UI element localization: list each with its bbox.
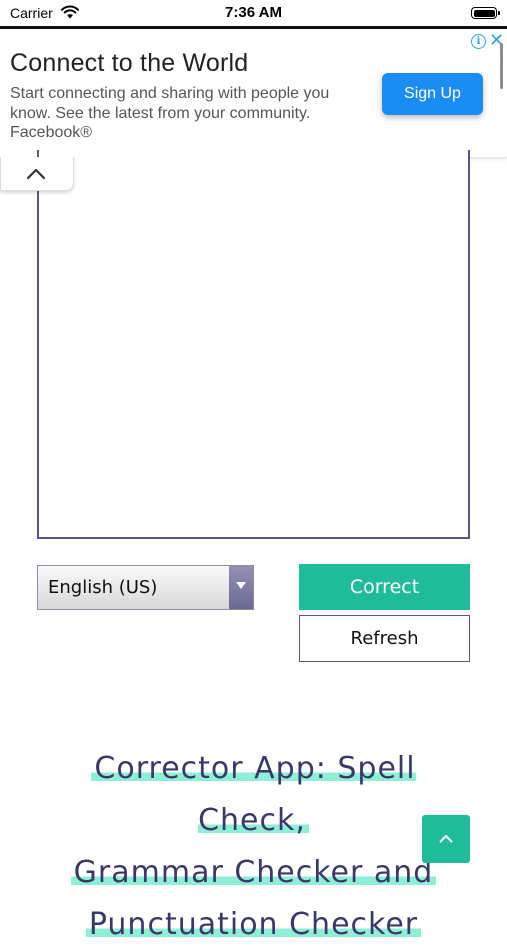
language-selected-value: English (US)	[48, 577, 158, 598]
chevron-up-icon	[439, 835, 453, 843]
heading-line: Grammar Checker and	[70, 855, 437, 890]
page-heading: Corrector App: Spell Check, Grammar Chec…	[40, 743, 467, 951]
language-select[interactable]: English (US)	[37, 565, 254, 610]
ad-title: Connect to the World	[10, 49, 249, 77]
collapse-ad-tab[interactable]	[0, 157, 74, 191]
correct-button[interactable]: Correct	[299, 564, 470, 610]
ad-banner[interactable]: Connect to the World Start connecting an…	[0, 29, 507, 158]
dropdown-arrow-icon[interactable]	[229, 566, 253, 609]
heading-line: Corrector App: Spell Check,	[91, 751, 416, 838]
back-to-top-button[interactable]	[422, 815, 470, 863]
refresh-button[interactable]: Refresh	[299, 615, 470, 662]
battery-icon	[471, 7, 500, 19]
heading-line: Punctuation Checker	[85, 907, 422, 942]
ad-info-icon[interactable]: i	[471, 34, 486, 49]
ad-scrollbar	[500, 43, 503, 89]
text-input-area[interactable]	[37, 150, 470, 539]
chevron-up-icon	[26, 168, 46, 180]
status-bar: Carrier 7:36 AM	[0, 0, 507, 28]
ad-description: Start connecting and sharing with people…	[10, 85, 330, 141]
ad-signup-button[interactable]: Sign Up	[382, 73, 483, 115]
clock: 7:36 AM	[225, 4, 282, 21]
